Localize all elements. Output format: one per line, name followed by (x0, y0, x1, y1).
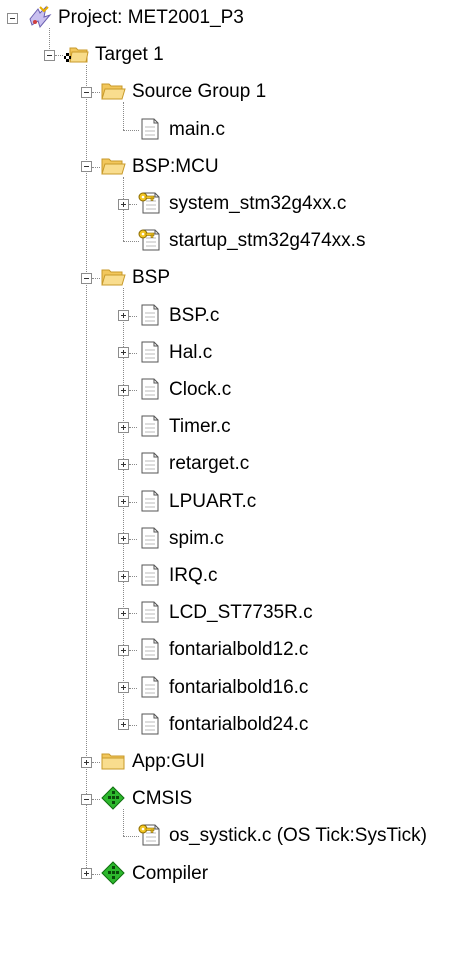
tree-item-cmsis[interactable]: CMSIS (132, 787, 192, 811)
file-key-icon (137, 191, 163, 215)
collapse-project-met2001-p3-button[interactable] (6, 12, 18, 24)
expand-bsp-c-button[interactable] (117, 310, 129, 322)
file-icon (137, 451, 163, 475)
expand-system-stm32g4xx-c-button[interactable] (117, 198, 129, 210)
tree-item-project-met2001-p3[interactable]: Project: MET2001_P3 (58, 6, 244, 30)
component-icon (100, 786, 126, 810)
tree-connector-vertical (123, 809, 124, 837)
tree-item-bsp-mcu[interactable]: BSP:MCU (132, 155, 219, 179)
folder-icon (100, 154, 126, 178)
file-icon (137, 377, 163, 401)
folder-closed-icon (100, 749, 126, 773)
tree-item-app-gui[interactable]: App:GUI (132, 750, 205, 774)
tree-connector-horizontal (92, 762, 100, 763)
expand-irq-c-button[interactable] (117, 570, 129, 582)
tree-connector-horizontal (92, 799, 100, 800)
tree-item-source-group-1[interactable]: Source Group 1 (132, 80, 266, 104)
tree-item-fontarialbold16-c[interactable]: fontarialbold16.c (169, 676, 308, 700)
tree-item-timer-c[interactable]: Timer.c (169, 415, 231, 439)
tree-item-lcd-st7735r-c[interactable]: LCD_ST7735R.c (169, 601, 313, 625)
expand-fontarialbold24-c-button[interactable] (117, 719, 129, 731)
project-tree: Project: MET2001_P3 Target 1 Source Group … (0, 0, 474, 975)
tree-connector-vertical (86, 65, 87, 874)
tree-connector-horizontal (129, 539, 137, 540)
tree-item-startup-stm32g474xx-s[interactable]: startup_stm32g474xx.s (169, 229, 365, 253)
collapse-bsp-mcu-button[interactable] (80, 161, 92, 173)
tree-item-os-systick-c-os-tick-systick[interactable]: os_systick.c (OS Tick:SysTick) (169, 824, 427, 848)
file-icon (137, 563, 163, 587)
tree-item-bsp[interactable]: BSP (132, 266, 170, 290)
expand-fontarialbold12-c-button[interactable] (117, 644, 129, 656)
tree-connector-horizontal (92, 874, 100, 875)
tree-connector-horizontal (129, 688, 137, 689)
file-icon (137, 712, 163, 736)
tree-connector-horizontal (55, 55, 63, 56)
file-icon (137, 637, 163, 661)
tree-connector-horizontal (129, 613, 137, 614)
tree-item-fontarialbold24-c[interactable]: fontarialbold24.c (169, 713, 308, 737)
file-icon (137, 414, 163, 438)
component-icon (100, 860, 126, 885)
collapse-cmsis-button[interactable] (80, 793, 92, 805)
file-key-icon (137, 823, 163, 847)
tree-connector-horizontal (129, 650, 137, 651)
expand-lcd-st7735r-c-button[interactable] (117, 607, 129, 619)
file-icon (137, 675, 163, 699)
expand-clock-c-button[interactable] (117, 384, 129, 396)
tree-connector-horizontal (129, 390, 137, 391)
expand-retarget-c-button[interactable] (117, 458, 129, 470)
tree-item-compiler[interactable]: Compiler (132, 862, 208, 886)
expand-timer-c-button[interactable] (117, 421, 129, 433)
collapse-source-group-1-button[interactable] (80, 86, 92, 98)
tree-item-system-stm32g4xx-c[interactable]: system_stm32g4xx.c (169, 192, 346, 216)
tree-item-clock-c[interactable]: Clock.c (169, 378, 231, 402)
folder-icon (100, 265, 126, 289)
folder-icon (100, 79, 126, 103)
tree-connector-vertical (123, 102, 124, 130)
tree-connector-horizontal (129, 204, 137, 205)
collapse-bsp-button[interactable] (80, 272, 92, 284)
expand-lpuart-c-button[interactable] (117, 496, 129, 508)
tree-item-fontarialbold12-c[interactable]: fontarialbold12.c (169, 638, 308, 662)
tree-connector-horizontal (129, 353, 137, 354)
tree-item-irq-c[interactable]: IRQ.c (169, 564, 218, 588)
expand-spim-c-button[interactable] (117, 533, 129, 545)
file-icon (137, 526, 163, 550)
file-icon (137, 117, 163, 141)
project-icon (26, 5, 52, 29)
file-icon (137, 600, 163, 624)
tree-item-target-1[interactable]: Target 1 (95, 43, 164, 67)
target-icon (63, 42, 89, 66)
tree-connector-horizontal (129, 502, 137, 503)
tree-item-retarget-c[interactable]: retarget.c (169, 452, 249, 476)
tree-connector-horizontal (129, 576, 137, 577)
tree-connector-horizontal (92, 92, 100, 93)
tree-item-lpuart-c[interactable]: LPUART.c (169, 490, 256, 514)
tree-connector-horizontal (129, 725, 137, 726)
file-icon (137, 340, 163, 364)
tree-connector-horizontal (92, 167, 100, 168)
expand-hal-c-button[interactable] (117, 347, 129, 359)
tree-connector-horizontal (129, 316, 137, 317)
tree-item-spim-c[interactable]: spim.c (169, 527, 224, 551)
tree-connector-horizontal (92, 278, 100, 279)
expand-compiler-button[interactable] (80, 868, 92, 880)
expand-app-gui-button[interactable] (80, 756, 92, 768)
tree-item-bsp-c[interactable]: BSP.c (169, 304, 219, 328)
tree-connector-horizontal (129, 464, 137, 465)
file-icon (137, 303, 163, 327)
file-icon (137, 489, 163, 513)
expand-fontarialbold16-c-button[interactable] (117, 682, 129, 694)
tree-item-main-c[interactable]: main.c (169, 118, 225, 142)
collapse-target-1-button[interactable] (43, 49, 55, 61)
tree-connector-horizontal (129, 427, 137, 428)
file-key-icon (137, 228, 163, 252)
tree-item-hal-c[interactable]: Hal.c (169, 341, 212, 365)
